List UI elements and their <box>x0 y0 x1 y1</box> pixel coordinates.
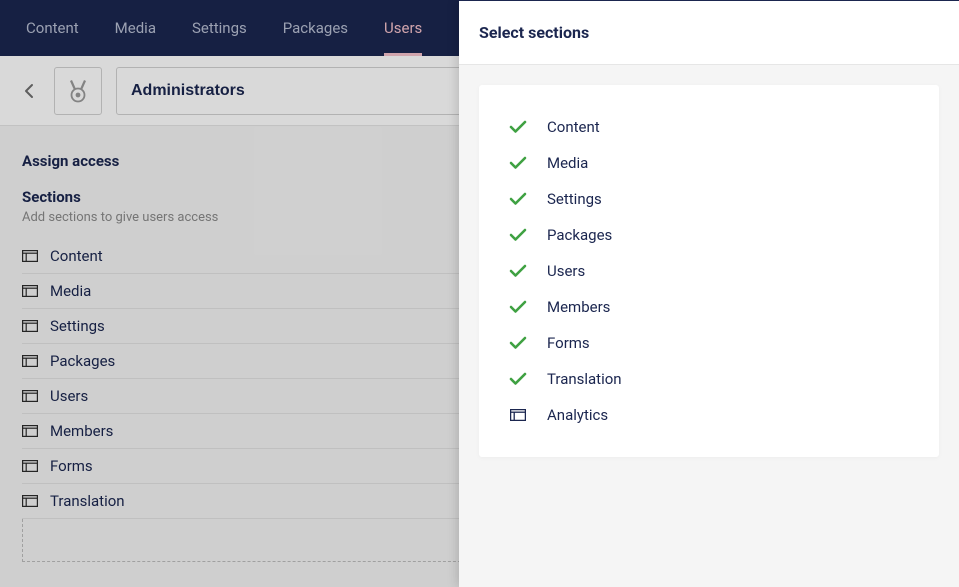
section-row-label: Translation <box>50 492 125 510</box>
section-icon <box>22 459 38 473</box>
nav-tab-media[interactable]: Media <box>97 0 174 56</box>
nav-tab-packages[interactable]: Packages <box>265 0 366 56</box>
section-icon <box>22 424 38 438</box>
section-icon <box>22 319 38 333</box>
section-row-label: Packages <box>50 352 115 370</box>
nav-tab-label: Media <box>115 19 156 37</box>
check-icon <box>509 120 527 134</box>
select-section-item[interactable]: Packages <box>509 217 909 253</box>
nav-tab-label: Packages <box>283 19 348 37</box>
select-section-item[interactable]: Forms <box>509 325 909 361</box>
select-sections-card: Content Media Settings Packages Users <box>479 85 939 457</box>
check-icon <box>509 228 527 242</box>
section-row-label: Members <box>50 422 113 440</box>
check-icon <box>509 264 527 278</box>
check-icon <box>509 300 527 314</box>
check-icon <box>509 156 527 170</box>
section-row-label: Media <box>50 282 91 300</box>
select-section-label: Forms <box>547 334 590 352</box>
check-icon <box>509 336 527 350</box>
side-panel-title: Select sections <box>459 1 959 65</box>
section-icon <box>22 249 38 263</box>
nav-tab-content[interactable]: Content <box>8 0 97 56</box>
nav-tab-label: Content <box>26 19 79 37</box>
section-icon <box>22 354 38 368</box>
select-section-label: Packages <box>547 226 612 244</box>
section-row-label: Settings <box>50 317 105 335</box>
select-section-label: Analytics <box>547 406 608 424</box>
nav-tab-label: Settings <box>192 19 247 37</box>
section-row-label: Content <box>50 247 103 265</box>
select-section-label: Content <box>547 118 600 136</box>
select-section-label: Translation <box>547 370 622 388</box>
select-section-label: Media <box>547 154 588 172</box>
nav-tab-label: Users <box>384 19 422 37</box>
select-section-item[interactable]: Members <box>509 289 909 325</box>
select-sections-panel: Select sections Content Media Settings <box>459 0 959 587</box>
section-row-label: Forms <box>50 457 93 475</box>
check-icon <box>509 192 527 206</box>
select-section-item[interactable]: Translation <box>509 361 909 397</box>
section-icon <box>22 494 38 508</box>
select-section-item[interactable]: Analytics <box>509 397 909 433</box>
select-section-item[interactable]: Users <box>509 253 909 289</box>
side-panel-body: Content Media Settings Packages Users <box>459 65 959 477</box>
select-section-label: Members <box>547 298 610 316</box>
select-sections-list: Content Media Settings Packages Users <box>509 109 909 433</box>
section-row-label: Users <box>50 387 88 405</box>
section-icon <box>22 284 38 298</box>
section-icon <box>509 409 527 421</box>
medal-icon <box>67 79 89 103</box>
back-arrow-icon[interactable] <box>20 83 40 99</box>
section-icon <box>22 389 38 403</box>
select-section-label: Settings <box>547 190 602 208</box>
nav-tab-settings[interactable]: Settings <box>174 0 265 56</box>
select-section-item[interactable]: Content <box>509 109 909 145</box>
check-icon <box>509 372 527 386</box>
select-section-item[interactable]: Media <box>509 145 909 181</box>
nav-tab-users[interactable]: Users <box>366 0 440 56</box>
group-icon-box[interactable] <box>54 67 102 115</box>
select-section-label: Users <box>547 262 585 280</box>
select-section-item[interactable]: Settings <box>509 181 909 217</box>
